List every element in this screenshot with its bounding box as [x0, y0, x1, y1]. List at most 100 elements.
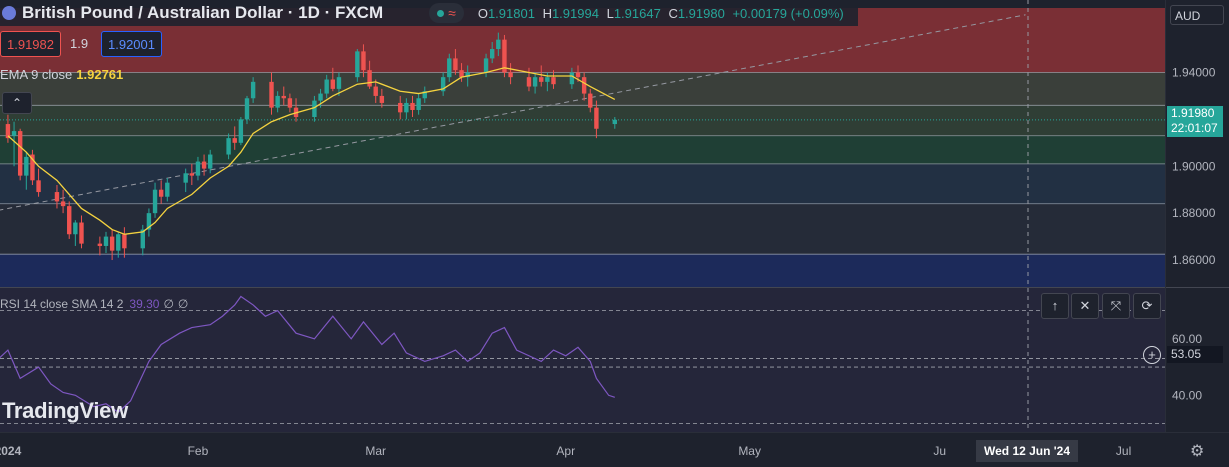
add-level-plus-icon[interactable]: + — [1143, 346, 1161, 364]
high-label: H — [542, 5, 552, 21]
time-tick-3: Apr — [556, 444, 575, 458]
tradingview-logo: TradingView — [2, 398, 128, 423]
candle-body-46 — [379, 95, 385, 103]
rsi-extra-1: ∅ — [163, 297, 174, 311]
pane-settings-button[interactable]: ⟳ — [1133, 293, 1161, 319]
candle-body-71 — [594, 107, 599, 129]
candle-body-54 — [453, 58, 458, 71]
candle-body-4 — [24, 156, 29, 176]
crosshair-date-label: Wed 12 Jun '24 — [976, 440, 1078, 462]
candle-body-15 — [116, 234, 121, 251]
ema-label: EMA 9 close — [0, 67, 73, 82]
close-icon: ✕ — [1079, 298, 1091, 313]
candle-body-23 — [189, 173, 195, 176]
price-zone-5 — [0, 203, 1165, 255]
time-tick-6: Jul — [1116, 444, 1131, 458]
candle-body-72 — [612, 119, 617, 125]
candle-body-3 — [17, 131, 23, 176]
close-value: 1.91980 — [677, 5, 725, 21]
price-tick-0: 1.86000 — [1172, 253, 1216, 267]
wave-icon: ≈ — [448, 5, 456, 21]
candle-body-19 — [152, 189, 158, 214]
spread-value: 1.9 — [70, 35, 89, 51]
low-value: 1.91647 — [613, 5, 661, 21]
ema-value: 1.92761 — [76, 67, 124, 82]
candle-body-37 — [312, 100, 317, 118]
close-pane-button[interactable]: ✕ — [1071, 293, 1099, 319]
candle-body-35 — [287, 98, 293, 108]
candle-body-11 — [79, 222, 84, 244]
currency-selector[interactable]: AUD — [1170, 5, 1224, 25]
chart-header: British Pound / Australian Dollar · 1D ·… — [0, 0, 858, 26]
chart-canvas[interactable]: 1.86000 1.88000 1.90000 1.94000 60.00 40.00 20… — [0, 0, 1229, 467]
candle-body-13 — [103, 236, 109, 246]
symbol-title[interactable]: British Pound / Australian Dollar · 1D ·… — [22, 3, 383, 23]
candle-body-21 — [165, 182, 170, 197]
rsi-crosshair-label: 53.05 — [1167, 346, 1223, 363]
buy-price-button[interactable]: 1.92001 — [101, 31, 162, 57]
candle-body-22 — [183, 173, 188, 183]
candle-body-31 — [250, 81, 256, 99]
rsi-label: RSI 14 close SMA 14 2 — [0, 297, 124, 311]
candle-body-49 — [410, 102, 415, 110]
candle-body-64 — [539, 77, 544, 82]
candle-body-42 — [355, 51, 360, 78]
candle-body-10 — [73, 222, 78, 235]
chevron-up-icon: ⌃ — [11, 96, 23, 110]
candle-body-57 — [483, 58, 489, 73]
time-tick-1: Feb — [188, 444, 209, 458]
candle-body-48 — [404, 102, 409, 113]
candle-body-50 — [416, 98, 421, 110]
candle-body-45 — [373, 86, 378, 96]
candle-body-41 — [336, 77, 342, 89]
candle-body-27 — [226, 138, 231, 155]
candle-body-66 — [551, 77, 556, 85]
candle-body-29 — [238, 119, 244, 143]
candle-body-40 — [330, 79, 336, 89]
candle-body-2 — [11, 131, 17, 136]
candle-body-12 — [97, 243, 103, 246]
move-pane-up-button[interactable]: ↑ — [1041, 293, 1069, 319]
candle-body-67 — [569, 72, 575, 85]
candle-body-16 — [122, 234, 127, 249]
bar-countdown: 22:01:07 — [1171, 121, 1218, 135]
candle-body-44 — [367, 70, 372, 87]
open-value: 1.91801 — [487, 5, 535, 21]
rsi-legend[interactable]: RSI 14 close SMA 14 2 39.30 ∅ ∅ — [0, 297, 188, 311]
time-tick-2: Mar — [365, 444, 386, 458]
market-open-dot-icon — [437, 9, 445, 17]
candle-body-6 — [36, 180, 41, 193]
high-value: 1.91994 — [551, 5, 599, 21]
current-price-label: 1.91980 22:01:07 — [1167, 106, 1223, 137]
price-zone-3 — [0, 135, 1165, 164]
ohlc-readout: O1.91801 H1.91994 L1.91647 C1.91980 +0.0… — [478, 6, 848, 21]
candle-body-26 — [208, 154, 213, 169]
candle-body-38 — [318, 93, 323, 101]
price-tick-3: 1.94000 — [1172, 65, 1216, 79]
collapse-legend-button[interactable]: ⌃ — [2, 92, 32, 114]
price-zone-4 — [0, 163, 1165, 204]
price-tick-1: 1.88000 — [1172, 206, 1216, 220]
candle-body-59 — [496, 39, 501, 50]
candle-body-30 — [244, 98, 250, 120]
gear-icon[interactable]: ⚙ — [1190, 441, 1204, 461]
maximize-pane-button[interactable]: ⤧ — [1102, 293, 1130, 319]
low-label: L — [606, 5, 614, 21]
candle-body-61 — [508, 72, 513, 78]
candle-body-39 — [324, 79, 329, 94]
candle-body-24 — [195, 161, 201, 176]
candle-body-70 — [588, 93, 593, 108]
price-zone-6 — [0, 254, 1165, 287]
candle-body-33 — [275, 95, 280, 108]
price-tick-2: 1.90000 — [1172, 159, 1216, 173]
close-label: C — [668, 5, 678, 21]
arrow-up-icon: ↑ — [1051, 298, 1059, 313]
candle-body-65 — [545, 77, 550, 82]
open-label: O — [477, 5, 488, 21]
change-value: +0.00179 (+0.09%) — [732, 5, 844, 21]
status-indicator[interactable]: ≈ — [429, 3, 464, 23]
ema-legend[interactable]: EMA 9 close 1.92761 — [0, 67, 123, 82]
candle-body-62 — [526, 77, 532, 87]
sell-price-button[interactable]: 1.91982 — [0, 31, 61, 57]
candle-body-32 — [269, 81, 274, 108]
